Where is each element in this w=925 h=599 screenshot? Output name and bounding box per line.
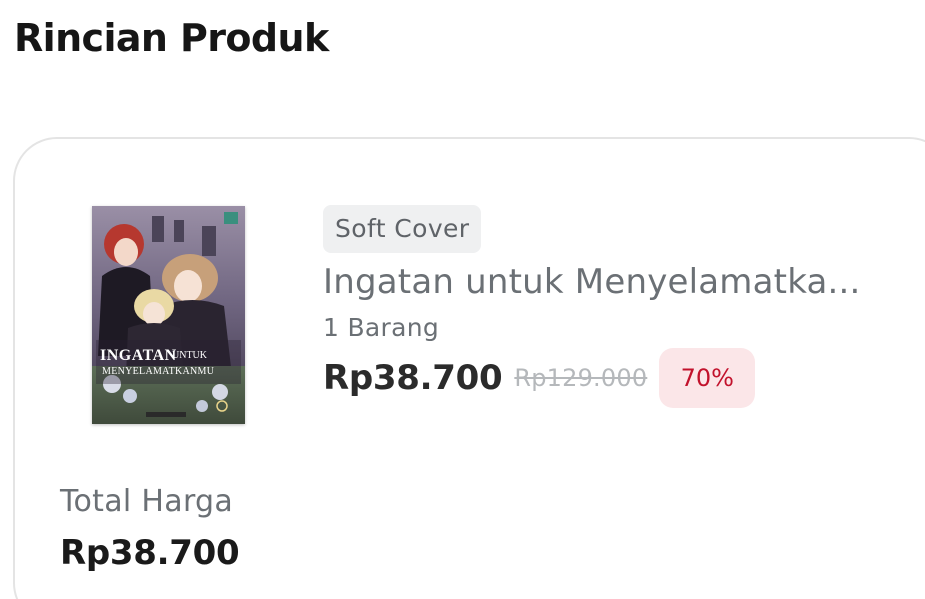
original-price: Rp129.000 — [514, 364, 648, 392]
total-price-value: Rp38.700 — [60, 533, 240, 573]
cover-title-line3: MENYELAMATKANMU — [102, 366, 215, 377]
quantity-label: 1 Barang — [323, 313, 440, 342]
price-row: Rp38.700 Rp129.000 70% — [323, 348, 756, 408]
total-price-label: Total Harga — [60, 484, 234, 519]
cover-title-line1: INGATAN — [100, 347, 177, 364]
discount-badge: 70% — [659, 348, 756, 408]
product-title[interactable]: Ingatan untuk Menyelamatka... — [323, 258, 883, 306]
section-title: Rincian Produk — [14, 16, 329, 60]
cover-title-line2: UNTUK — [172, 350, 208, 361]
book-cover-image[interactable]: INGATAN UNTUK MENYELAMATKANMU — [92, 206, 245, 424]
product-details-page: Rincian Produk INGATAN UNTUK MENYELAMATK… — [0, 0, 925, 599]
variant-badge: Soft Cover — [323, 205, 482, 253]
final-price: Rp38.700 — [323, 358, 503, 398]
